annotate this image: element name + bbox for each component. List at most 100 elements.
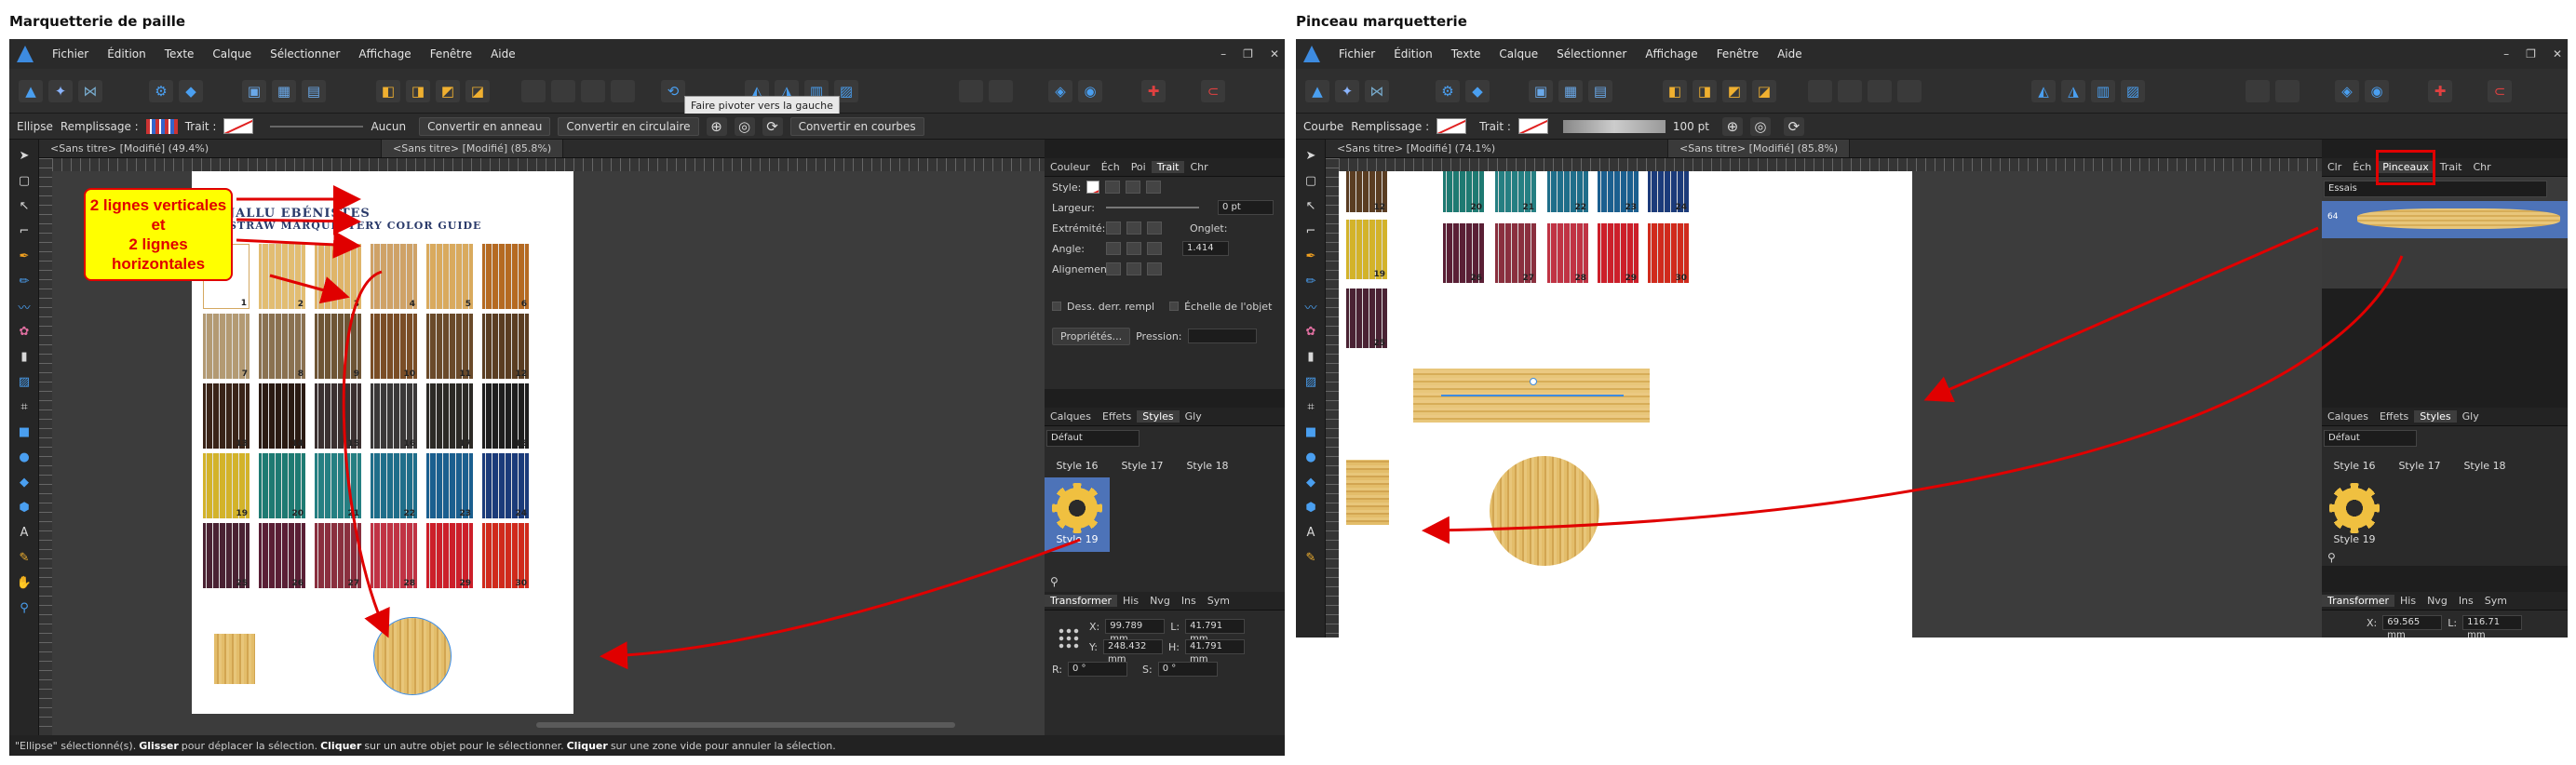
restore-icon[interactable]: ❐ <box>2526 47 2536 60</box>
transform-origin-icon[interactable]: ⊕ <box>706 116 727 136</box>
tab-chr[interactable]: Chr <box>1184 161 1213 173</box>
pixel-persona-icon[interactable]: ✦ <box>48 80 73 102</box>
menu-selectionner[interactable]: Sélectionner <box>1547 47 1636 60</box>
tab-clr[interactable]: Clr <box>2322 161 2347 173</box>
place-image-icon[interactable]: ▨ <box>15 372 34 391</box>
convert-to-circular-button[interactable]: Convertir en circulaire <box>558 116 699 136</box>
join-round-icon[interactable] <box>1126 242 1141 255</box>
artboard-tool-icon[interactable]: ▢ <box>1301 171 1320 190</box>
boolean-icon[interactable]: ◈ <box>2335 80 2359 102</box>
style-solid-icon[interactable] <box>1105 181 1121 194</box>
width-slider[interactable] <box>1106 207 1199 208</box>
boolean-subtract-icon[interactable]: ◉ <box>2365 80 2389 102</box>
corner-tool-icon[interactable]: ⌐ <box>15 221 34 240</box>
snap-icon[interactable]: ◆ <box>1465 80 1490 102</box>
rectangle-tool-icon[interactable]: ■ <box>1301 423 1320 441</box>
order-forward-icon[interactable]: ◩ <box>436 80 460 102</box>
transform-origin-icon[interactable]: ⊕ <box>1721 116 1743 136</box>
tab-calques[interactable]: Calques <box>2322 410 2374 423</box>
convert-to-curves-button[interactable]: Convertir en courbes <box>789 116 924 136</box>
color-swatch[interactable]: 19 <box>203 453 250 518</box>
menu-affichage[interactable]: Affichage <box>1636 47 1706 60</box>
menu-edition[interactable]: Édition <box>98 47 155 60</box>
color-swatch[interactable]: 24 <box>1648 171 1689 212</box>
fill-tool-icon[interactable]: ✿ <box>1301 322 1320 341</box>
color-swatch[interactable]: 17 <box>426 383 473 449</box>
tab-ech[interactable]: Éch <box>2347 161 2377 173</box>
menu-texte[interactable]: Texte <box>1442 47 1490 60</box>
brush-category-dropdown[interactable]: Essais <box>2324 181 2547 197</box>
x-field[interactable]: 99.789 mm <box>1105 619 1166 644</box>
tab-nvg[interactable]: Nvg <box>1144 595 1176 607</box>
flip-horizontal-icon[interactable]: ◭ <box>2031 80 2056 102</box>
stroke-swatch[interactable] <box>1517 118 1548 134</box>
style-dashed-icon[interactable] <box>1126 181 1141 194</box>
rotation-field[interactable]: 0 ° <box>1068 662 1128 677</box>
shape-3d-tool-icon[interactable]: ⬢ <box>1301 498 1320 517</box>
color-swatch[interactable]: 13 <box>203 383 250 449</box>
align-icon[interactable]: ▣ <box>242 80 266 102</box>
miter-field[interactable]: 1.414 <box>1182 241 1229 256</box>
color-swatch[interactable]: 20 <box>1443 171 1484 212</box>
canvas[interactable]: 12 20 21 22 23 24 19 26 27 28 29 30 25 <box>1339 171 2322 638</box>
color-swatch[interactable]: 12 <box>1346 171 1387 212</box>
cap-square-icon[interactable] <box>1147 221 1162 235</box>
tab-his[interactable]: His <box>2394 595 2421 607</box>
toolbar-button[interactable] <box>1897 80 1922 102</box>
y-field[interactable]: 248.432 mm <box>1102 639 1163 664</box>
color-swatch[interactable]: 21 <box>1495 171 1536 212</box>
crop-tool-icon[interactable]: ⌗ <box>15 397 34 416</box>
menu-selectionner[interactable]: Sélectionner <box>261 47 349 60</box>
tab-poi[interactable]: Poi <box>1126 161 1152 173</box>
tab-styles[interactable]: Styles <box>1137 410 1180 423</box>
menu-aide[interactable]: Aide <box>1768 47 1812 60</box>
fill-swatch[interactable] <box>1436 118 1467 134</box>
menu-fenetre[interactable]: Fenêtre <box>1707 47 1768 60</box>
cap-round-icon[interactable] <box>1126 221 1141 235</box>
color-swatch[interactable]: 25 <box>1346 289 1387 348</box>
place-image-icon[interactable]: ▨ <box>1301 372 1320 391</box>
pen-tool-icon[interactable]: ✒ <box>1301 247 1320 265</box>
menu-fenetre[interactable]: Fenêtre <box>421 47 481 60</box>
menu-edition[interactable]: Édition <box>1384 47 1442 60</box>
menu-fichier[interactable]: Fichier <box>43 47 98 60</box>
color-swatch[interactable]: 29 <box>426 523 473 588</box>
menu-texte[interactable]: Texte <box>155 47 204 60</box>
shapes-tool-icon[interactable]: ◆ <box>1301 473 1320 491</box>
straw-circle[interactable] <box>1490 456 1599 566</box>
color-swatch[interactable]: 15 <box>315 383 361 449</box>
toolbar-button[interactable] <box>2246 80 2270 102</box>
search-icon[interactable]: ⚲ <box>2327 551 2336 564</box>
w-field[interactable]: 116.71 mm <box>2462 615 2523 638</box>
align-icon[interactable]: ▣ <box>1529 80 1553 102</box>
style-19[interactable]: Style 19 <box>2322 477 2387 552</box>
designer-persona-icon[interactable]: ▲ <box>19 80 43 102</box>
join-miter-icon[interactable] <box>1106 242 1121 255</box>
toolbar-button[interactable] <box>989 80 1013 102</box>
straw-rectangle[interactable] <box>1346 460 1389 525</box>
menu-affichage[interactable]: Affichage <box>349 47 420 60</box>
color-swatch[interactable]: 7 <box>203 314 250 379</box>
designer-persona-icon[interactable]: ▲ <box>1305 80 1329 102</box>
toolbar-button[interactable] <box>2275 80 2300 102</box>
order-front-icon[interactable]: ◪ <box>465 80 490 102</box>
order-front-icon[interactable]: ◪ <box>1752 80 1776 102</box>
width-field[interactable]: 0 pt <box>1218 200 1274 215</box>
tab-document-1[interactable]: <Sans titre> [Modifié] (74.1%) <box>1326 140 1668 157</box>
pressure-field[interactable] <box>1187 329 1257 343</box>
fill-tool-icon[interactable]: ✿ <box>15 322 34 341</box>
vector-brush-tool-icon[interactable]: 〰 <box>1301 297 1320 315</box>
text-tool-icon[interactable]: A <box>1301 523 1320 542</box>
tab-trait[interactable]: Trait <box>2434 161 2468 173</box>
stroke-width-slider[interactable] <box>270 125 364 128</box>
pencil-tool-icon[interactable]: ✏ <box>1301 272 1320 290</box>
rotate-icon[interactable]: ⟳ <box>1783 116 1804 136</box>
transparency-tool-icon[interactable]: ▮ <box>1301 347 1320 366</box>
boolean-icon[interactable]: ◈ <box>1048 80 1072 102</box>
grid-icon[interactable]: ▦ <box>1558 80 1583 102</box>
close-icon[interactable]: ✕ <box>1270 47 1279 60</box>
fill-swatch[interactable] <box>145 118 178 134</box>
node-tool-icon[interactable]: ↖ <box>15 196 34 215</box>
align-outside-icon[interactable] <box>1147 262 1162 275</box>
close-icon[interactable]: ✕ <box>2553 47 2562 60</box>
